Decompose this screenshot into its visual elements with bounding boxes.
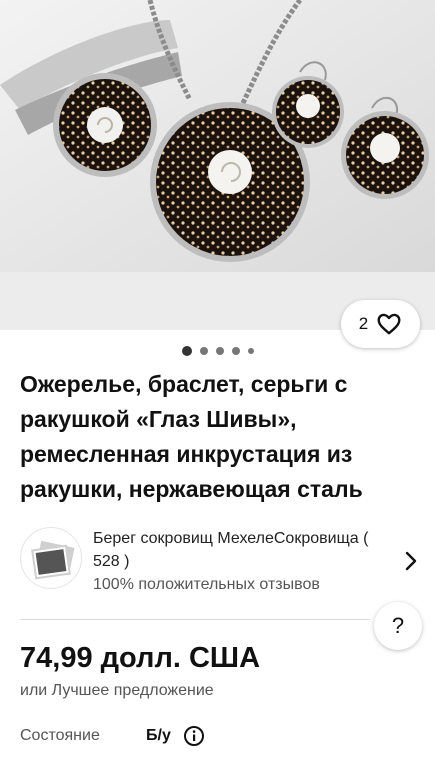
pagination-dot[interactable] — [215, 347, 224, 355]
condition-label: Состояние — [20, 727, 100, 744]
heart-icon — [377, 313, 401, 335]
watch-button[interactable]: 2 — [341, 300, 420, 348]
price: 74,99 долл. США — [20, 642, 261, 674]
divider — [20, 619, 370, 620]
info-icon[interactable] — [183, 725, 205, 747]
product-image[interactable] — [0, 0, 435, 272]
seller-info[interactable]: Берег сокровищ МехелеСокровища ( 528 ) 1… — [20, 527, 417, 595]
gallery-pagination — [0, 346, 435, 356]
listing-title: Ожерелье, браслет, серьги с ракушкой «Гл… — [20, 371, 363, 502]
like-count: 2 — [358, 314, 369, 333]
pagination-dot[interactable] — [199, 347, 208, 355]
question-icon: ? — [391, 613, 405, 638]
seller-name: Берег сокровищ МехелеСокровища ( 528 ) — [93, 530, 369, 570]
placeholder-image-icon — [31, 540, 75, 580]
pagination-dot[interactable] — [231, 347, 240, 355]
help-button[interactable]: ? — [374, 602, 422, 650]
condition-value: Б/у — [146, 727, 171, 744]
image-gallery[interactable] — [0, 0, 435, 330]
best-offer-text: или Лучшее предложение — [20, 682, 214, 699]
seller-feedback: 100% положительных отзывов — [93, 576, 320, 593]
pagination-dot-active[interactable] — [181, 346, 192, 356]
seller-avatar — [20, 527, 82, 589]
pagination-dot[interactable] — [247, 348, 254, 354]
chevron-right-icon — [405, 551, 417, 571]
